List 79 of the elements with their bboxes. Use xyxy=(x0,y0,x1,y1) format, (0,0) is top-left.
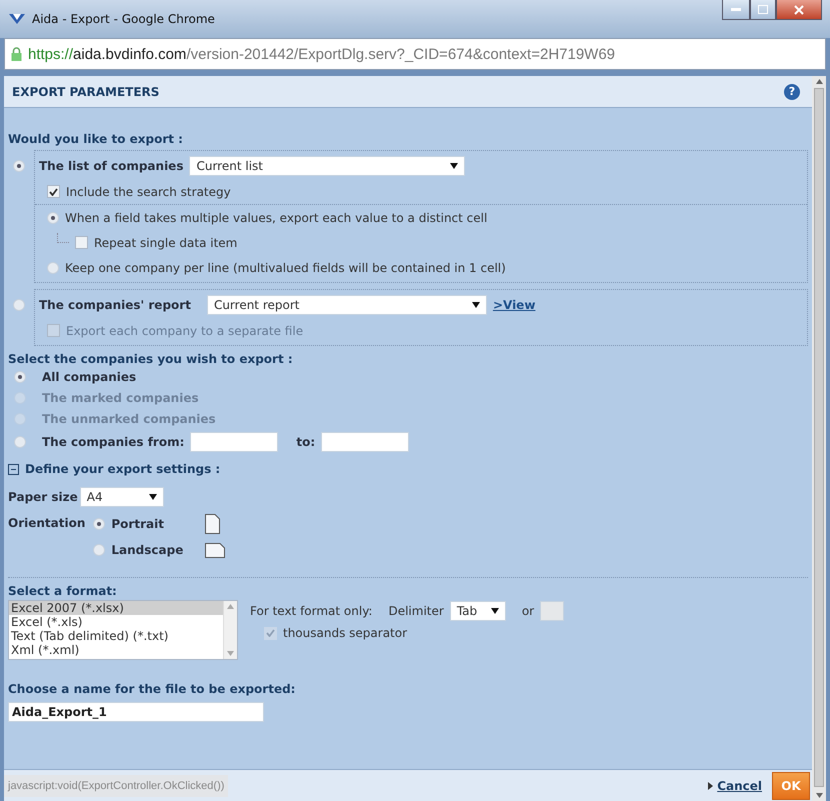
option-label: The companies from: xyxy=(42,435,184,449)
section-heading: Select the companies you wish to export : xyxy=(8,352,294,366)
maximize-icon xyxy=(758,5,768,14)
list-dropdown[interactable]: Current list xyxy=(189,156,466,176)
radio-button[interactable] xyxy=(93,518,106,530)
scrollbar[interactable] xyxy=(812,76,826,801)
checkbox-label: thousands separator xyxy=(283,626,408,640)
close-icon xyxy=(794,4,804,14)
radio-button[interactable] xyxy=(93,544,106,556)
delimiter-field[interactable] xyxy=(540,601,564,621)
option-label: All companies xyxy=(42,370,136,384)
option-label: Keep one company per line (multivalued fields will be contained in 1 cell) xyxy=(65,260,506,274)
checkbox[interactable] xyxy=(75,236,88,249)
collapse-icon[interactable] xyxy=(8,464,19,474)
field-label: Paper size xyxy=(8,490,78,504)
radio-button[interactable] xyxy=(13,299,25,311)
caret-icon xyxy=(472,302,480,308)
file-name-field[interactable]: Aida_Export_1 xyxy=(8,702,264,722)
caret-icon xyxy=(450,163,458,169)
minimize-button[interactable] xyxy=(722,0,750,20)
dialog-title: EXPORT PARAMETERS xyxy=(12,84,160,98)
to-field[interactable] xyxy=(321,432,410,452)
list-item[interactable]: Excel 2007 (*.xlsx) xyxy=(9,601,223,615)
checkmark-icon xyxy=(266,629,275,637)
radio-button[interactable] xyxy=(14,370,26,382)
option-label: The marked companies xyxy=(42,390,199,404)
lock-icon xyxy=(11,47,22,61)
url-text: https://aida.bvdinfo.com/version-201442/ExportDlg.serv?_CID=674&context=2H719W69 xyxy=(28,46,616,62)
delimiter-label: Delimiter xyxy=(388,604,444,618)
from-field[interactable] xyxy=(190,432,278,452)
checkmark-icon xyxy=(49,188,58,196)
option-label: Portrait xyxy=(111,517,165,531)
view-link[interactable]: >View xyxy=(492,298,536,312)
option-label: When a field takes multiple values, export each value to a distinct cell xyxy=(65,210,488,224)
portrait-page-icon xyxy=(205,514,220,534)
scroll-up-icon[interactable] xyxy=(227,604,234,609)
cancel-button[interactable]: Cancel xyxy=(708,778,762,792)
caret-icon xyxy=(148,494,157,500)
format-list[interactable]: Excel 2007 (*.xlsx) Excel (*.xls) Text (Tab delimited) (*.txt) Xml (*.xml) xyxy=(8,600,238,660)
option-label: The companies' report xyxy=(39,298,191,312)
checkbox-label: Repeat single data item xyxy=(94,236,238,250)
paper-size-dropdown[interactable]: A4 xyxy=(80,487,164,507)
app-logo-icon xyxy=(8,12,26,26)
section-heading: Define your export settings : xyxy=(25,462,220,476)
delimiter-dropdown[interactable]: Tab xyxy=(450,601,506,621)
radio-button[interactable] xyxy=(47,262,59,274)
list-item[interactable]: Xml (*.xml) xyxy=(9,643,223,657)
checkbox-label: Include the search strategy xyxy=(66,184,231,198)
radio-button[interactable] xyxy=(14,436,26,448)
caret-icon xyxy=(490,608,499,614)
close-button[interactable] xyxy=(776,0,822,20)
field-label: Orientation xyxy=(8,516,86,530)
maximize-button[interactable] xyxy=(750,0,776,20)
arrow-icon xyxy=(708,782,714,790)
address-bar[interactable]: https://aida.bvdinfo.com/version-201442/ExportDlg.serv?_CID=674&context=2H719W69 xyxy=(4,38,826,70)
landscape-page-icon xyxy=(205,542,226,558)
window-title: Aida - Export - Google Chrome xyxy=(32,12,216,26)
report-dropdown[interactable]: Current report xyxy=(206,295,487,315)
list-item[interactable]: Text (Tab delimited) (*.txt) xyxy=(9,629,223,643)
status-text: javascript:void(ExportController.OkClicked()) xyxy=(4,774,228,796)
option-label: The unmarked companies xyxy=(42,412,216,426)
section-heading: Would you like to export : xyxy=(8,132,184,146)
radio-button[interactable] xyxy=(13,160,25,172)
scroll-down-icon[interactable] xyxy=(227,651,234,656)
scroll-up-icon[interactable] xyxy=(816,79,822,84)
minimize-icon xyxy=(731,8,741,12)
option-label: The list of companies xyxy=(39,159,184,173)
option-label: Landscape xyxy=(111,543,184,557)
section-heading: Select a format: xyxy=(8,584,118,598)
scroll-down-icon[interactable] xyxy=(816,793,822,798)
help-button[interactable]: ? xyxy=(784,84,800,100)
checkbox-label: Export each company to a separate file xyxy=(66,324,304,338)
or-label: or xyxy=(522,604,534,618)
to-label: to: xyxy=(296,435,316,449)
text-format-label: For text format only: xyxy=(250,604,372,618)
checkbox[interactable] xyxy=(47,185,60,198)
radio-button[interactable] xyxy=(47,212,59,224)
list-item[interactable]: Excel (*.xls) xyxy=(9,615,223,629)
section-heading: Choose a name for the file to be exported: xyxy=(8,682,296,696)
